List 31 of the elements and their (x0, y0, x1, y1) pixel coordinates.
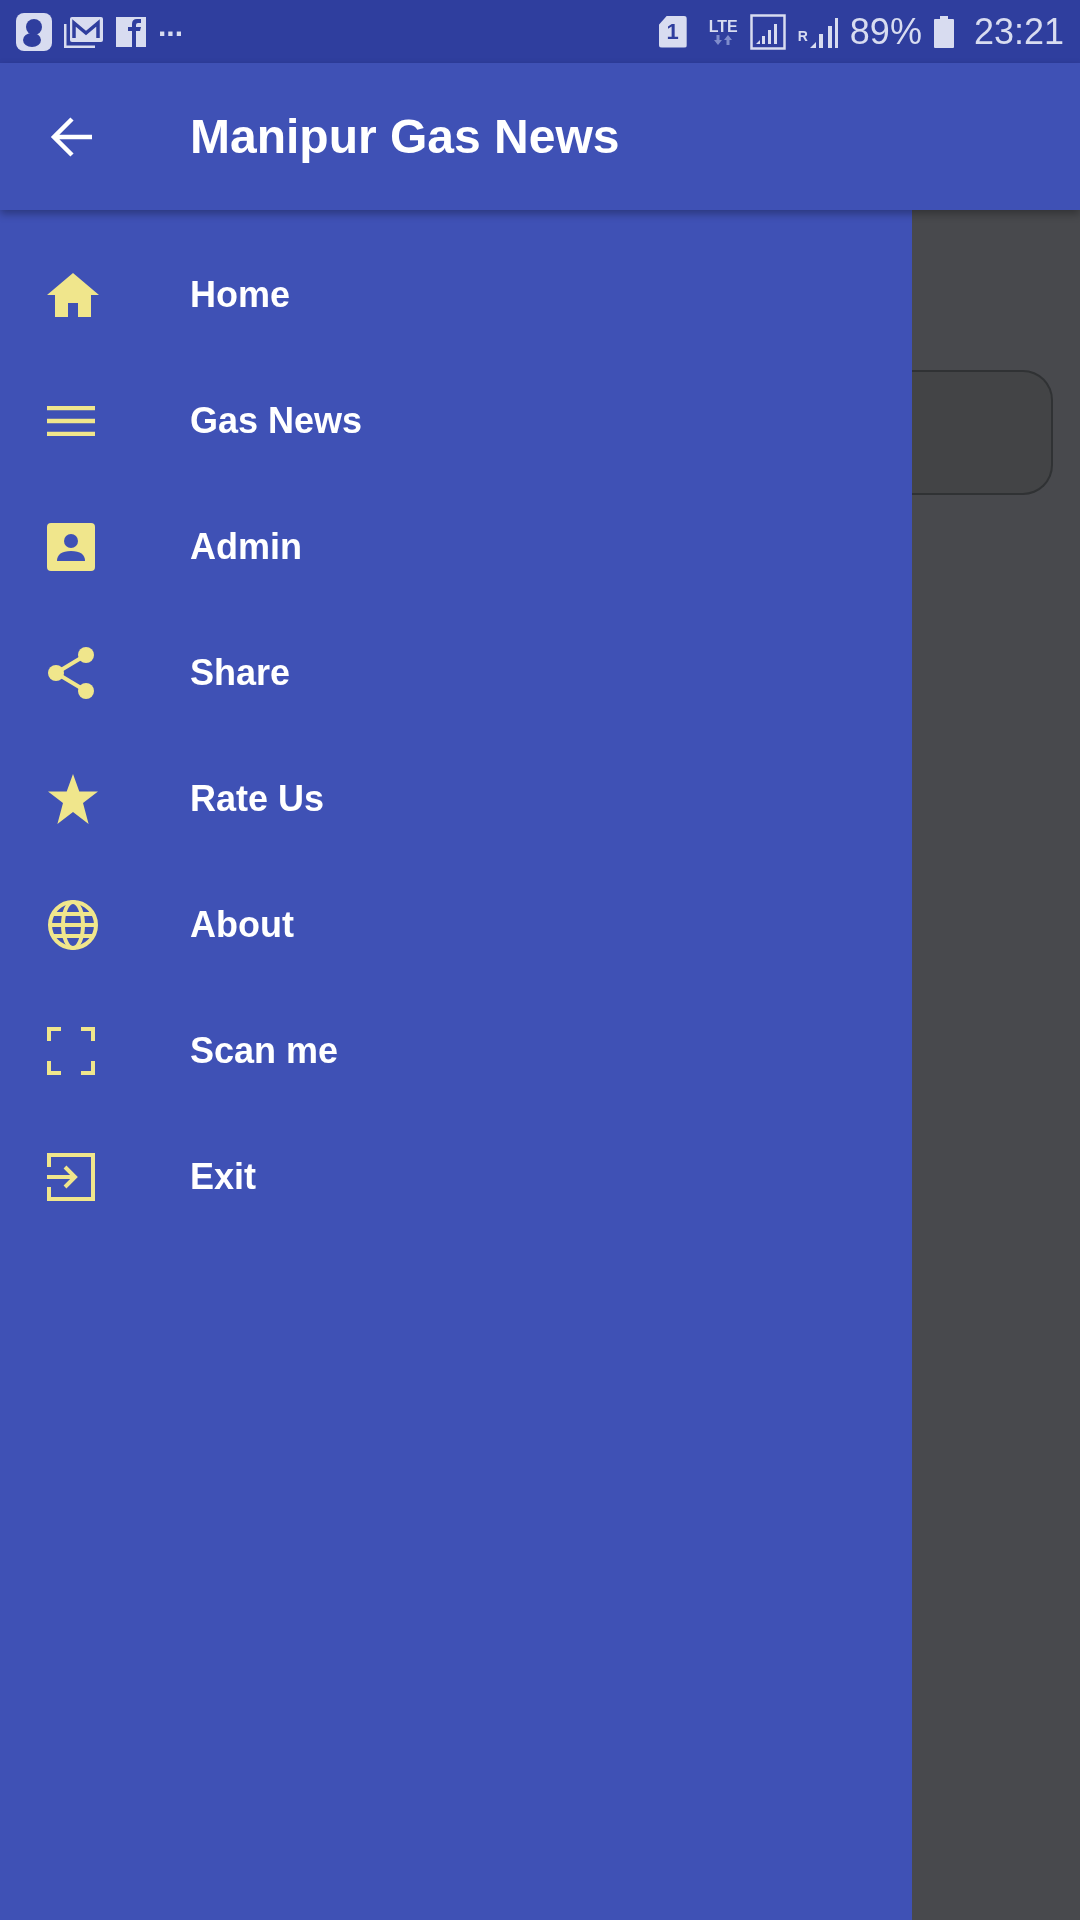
menu-item[interactable]: Share (0, 610, 912, 736)
app-title: Manipur Gas News (190, 109, 620, 164)
home-icon (47, 273, 99, 317)
sim-icon: 1 (658, 15, 687, 48)
back-arrow-icon[interactable] (50, 116, 94, 157)
mail-icon (64, 15, 104, 48)
data-arrows-icon (713, 34, 734, 45)
menu-item[interactable]: Scan me (0, 988, 912, 1114)
star-icon (47, 774, 99, 824)
roaming-indicator: R (797, 27, 808, 44)
menu-item[interactable]: Gas News (0, 358, 912, 484)
share-icon (47, 646, 95, 700)
network-type: LTE (708, 18, 738, 35)
menu-icon (47, 406, 95, 436)
overflow-text: ... (158, 10, 183, 41)
signal-icon (809, 15, 838, 48)
menu-item[interactable]: About (0, 862, 912, 988)
contact-icon (47, 523, 95, 571)
signal-icon (749, 13, 786, 50)
battery-percent: 89% (849, 13, 922, 50)
scan-frame-icon (47, 1027, 95, 1075)
menu-item[interactable]: Exit (0, 1114, 912, 1240)
battery-icon (933, 15, 954, 48)
globe-icon (47, 899, 99, 951)
app-icon (16, 12, 52, 51)
exit-icon (47, 1153, 95, 1201)
menu-item[interactable]: Admin (0, 484, 912, 610)
menu-item[interactable]: Rate Us (0, 736, 912, 862)
facebook-icon (116, 16, 146, 47)
menu-item[interactable]: Home (0, 232, 912, 358)
clock: 23:21 (973, 13, 1064, 50)
